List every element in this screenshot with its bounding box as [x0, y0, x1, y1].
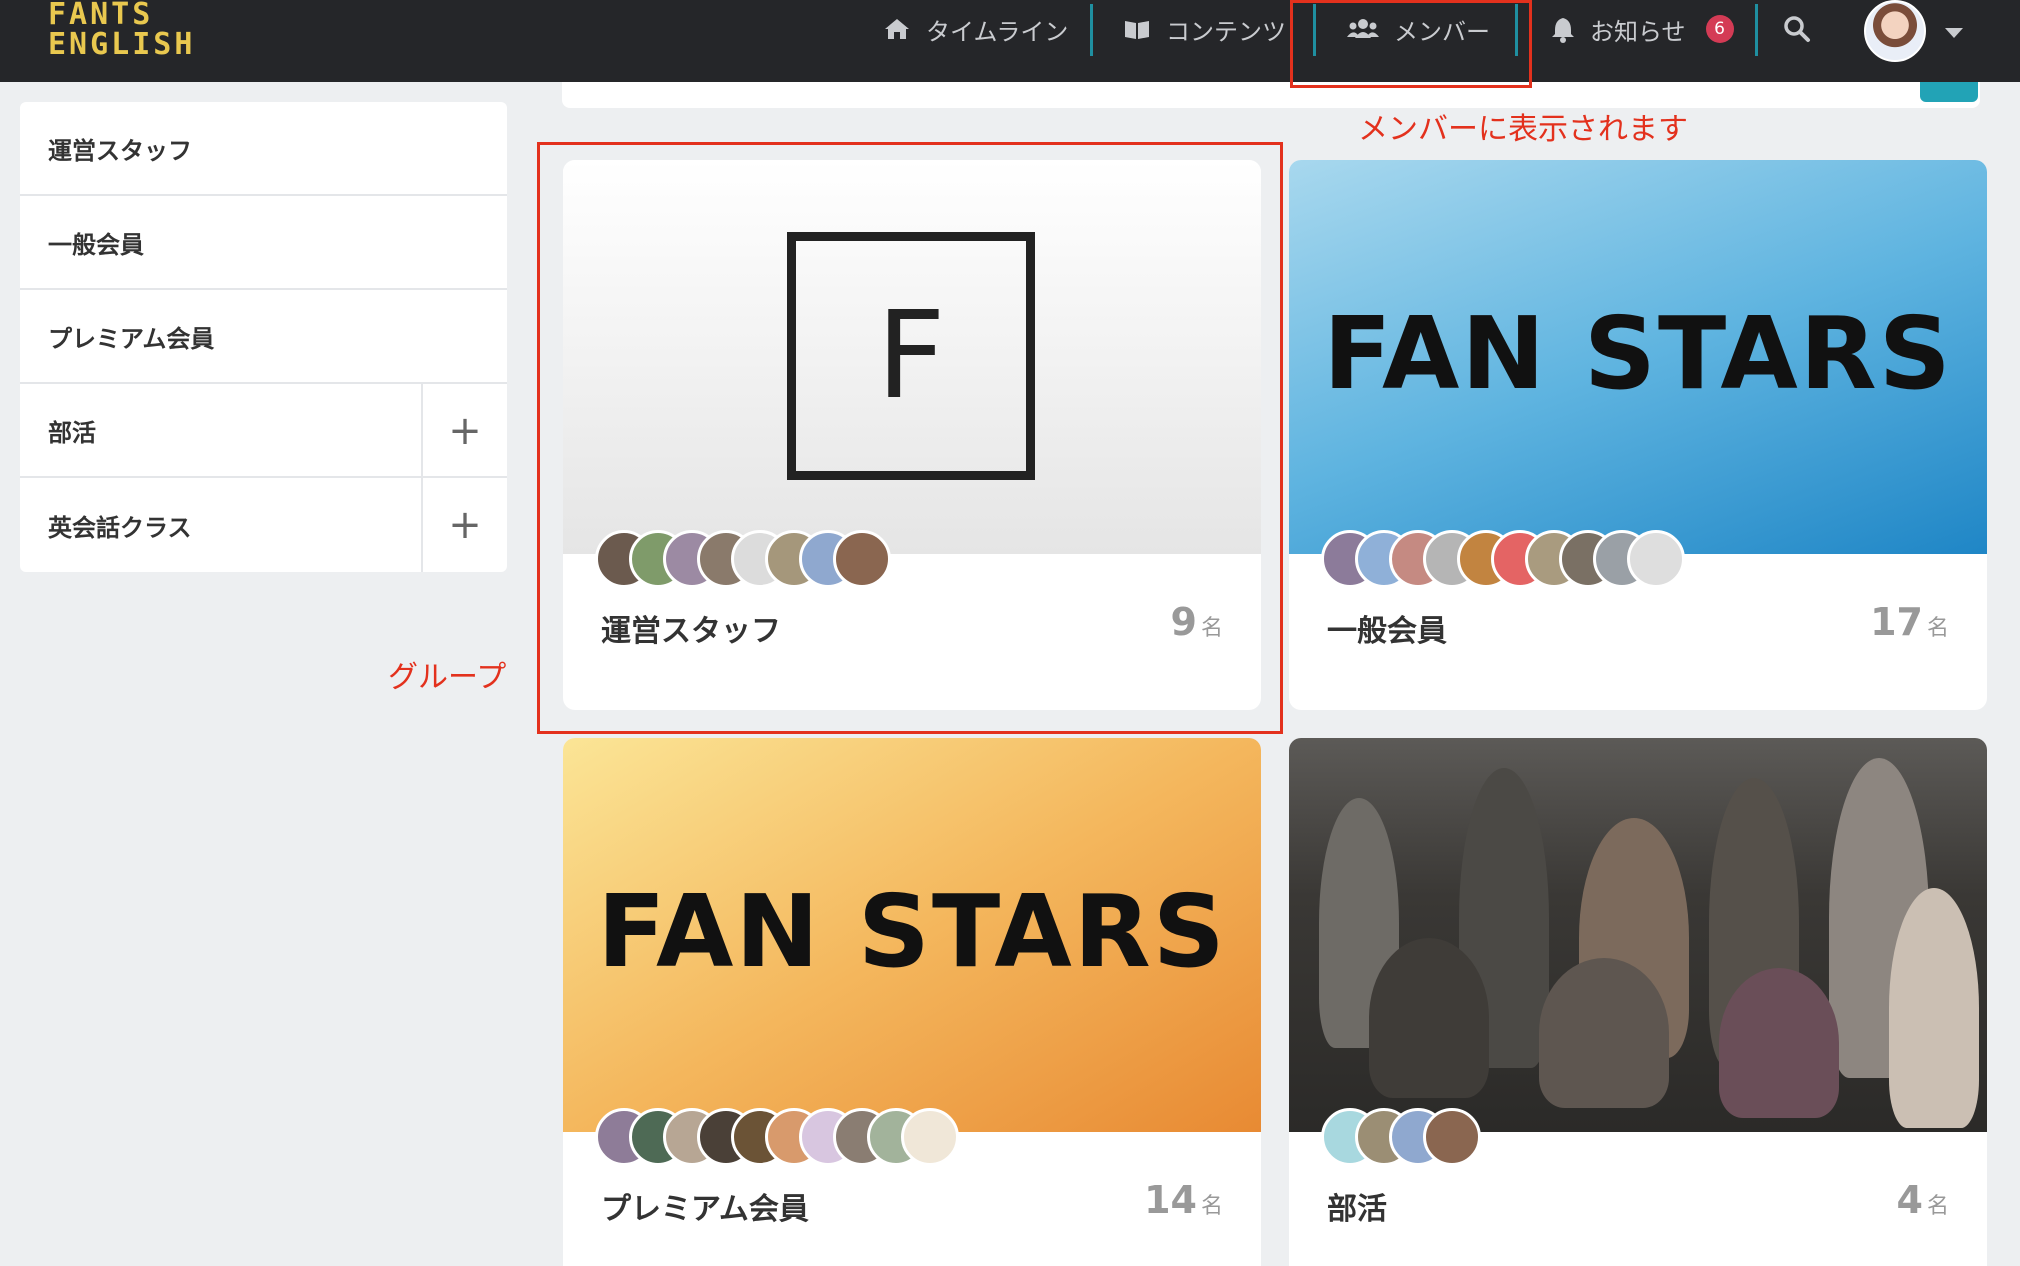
- sidebar-item-english-class[interactable]: 英会話クラス +: [20, 478, 507, 572]
- logo-line-1: FANTS: [48, 0, 154, 32]
- nav-notifications[interactable]: お知らせ 6: [1550, 0, 1734, 58]
- group-name: 運営スタッフ: [601, 614, 781, 649]
- nav-timeline-label: タイムライン: [926, 17, 1069, 46]
- group-card-general[interactable]: FAN STARS 一般会員 17 名: [1289, 160, 1987, 710]
- search-icon: [1784, 16, 1810, 42]
- member-avatars: [1321, 530, 1685, 588]
- sidebar-item-club[interactable]: 部活 +: [20, 384, 507, 478]
- logo-line-2: ENGLISH: [48, 27, 196, 62]
- group-card-photo: [1289, 738, 1987, 1132]
- home-icon: [885, 19, 909, 39]
- sidebar-item-label: 一般会員: [48, 230, 144, 259]
- nav-divider: [1755, 4, 1758, 56]
- sidebar-item-label: 部活: [48, 418, 96, 447]
- photo-figure: [1539, 958, 1669, 1108]
- group-name: 一般会員: [1327, 614, 1447, 649]
- nav-contents[interactable]: コンテンツ: [1122, 0, 1286, 58]
- group-card-image: F: [563, 160, 1261, 554]
- fan-stars-logo: FAN STARS: [597, 873, 1227, 990]
- nav-divider: [1090, 4, 1093, 56]
- nav-contents-label: コンテンツ: [1166, 17, 1286, 46]
- sidebar-item-label: プレミアム会員: [48, 324, 215, 353]
- annotation-group-note: グループ: [388, 660, 507, 695]
- member-count: 4名: [1896, 1178, 1949, 1222]
- avatar: [901, 1108, 959, 1166]
- search-submit-button[interactable]: [1920, 82, 1978, 102]
- photo-figure: [1719, 968, 1839, 1118]
- group-name: 部活: [1327, 1192, 1387, 1227]
- sidebar-item-general[interactable]: 一般会員: [20, 196, 507, 290]
- expand-english-class-button[interactable]: +: [421, 478, 507, 572]
- member-avatars: [595, 530, 891, 588]
- avatar: [1423, 1108, 1481, 1166]
- group-card-club[interactable]: 部活 4名: [1289, 738, 1987, 1266]
- chevron-down-icon[interactable]: [1945, 28, 1963, 38]
- nav-timeline[interactable]: タイムライン: [882, 0, 1068, 58]
- sidebar-item-premium[interactable]: プレミアム会員: [20, 290, 507, 384]
- group-card-premium[interactable]: FAN STARS プレミアム会員 14 名: [563, 738, 1261, 1266]
- member-count: 9名: [1170, 600, 1223, 644]
- search-button[interactable]: [1782, 0, 1812, 58]
- search-bar[interactable]: [562, 82, 1980, 108]
- annotation-members-note: メンバーに表示されます: [1358, 112, 1688, 147]
- group-card-staff[interactable]: F 運営スタッフ 9名: [563, 160, 1261, 710]
- member-avatars: [595, 1108, 959, 1166]
- photo-figure: [1889, 888, 1979, 1128]
- top-header: FANTS ENGLISH タイムライン コンテンツ メンバー お知らせ 6: [0, 0, 2020, 82]
- notification-badge: 6: [1705, 15, 1734, 43]
- sidebar-item-staff[interactable]: 運営スタッフ: [20, 102, 507, 196]
- group-sidebar: 運営スタッフ 一般会員 プレミアム会員 部活 + 英会話クラス +: [20, 102, 507, 572]
- annotation-members-box: [1290, 0, 1532, 88]
- member-count: 14 名: [1144, 1178, 1223, 1222]
- sidebar-item-label: 運営スタッフ: [48, 136, 192, 165]
- plus-icon: +: [448, 408, 482, 454]
- plus-icon: +: [448, 502, 482, 548]
- member-avatars: [1321, 1108, 1481, 1166]
- photo-figure: [1369, 938, 1489, 1098]
- bell-icon: [1552, 18, 1574, 43]
- expand-club-button[interactable]: +: [421, 384, 507, 478]
- f-logo: F: [787, 232, 1035, 480]
- group-card-image: FAN STARS: [563, 738, 1261, 1132]
- avatar: [833, 530, 891, 588]
- group-name: プレミアム会員: [601, 1192, 809, 1227]
- app-logo[interactable]: FANTS ENGLISH: [48, 0, 195, 60]
- user-avatar[interactable]: [1864, 0, 1926, 62]
- fan-stars-logo: FAN STARS: [1323, 295, 1953, 412]
- book-icon: [1125, 21, 1149, 39]
- nav-notifications-label: お知らせ: [1590, 17, 1686, 46]
- avatar: [1627, 530, 1685, 588]
- member-count: 17 名: [1870, 600, 1949, 644]
- group-card-image: FAN STARS: [1289, 160, 1987, 554]
- sidebar-item-label: 英会話クラス: [48, 513, 192, 542]
